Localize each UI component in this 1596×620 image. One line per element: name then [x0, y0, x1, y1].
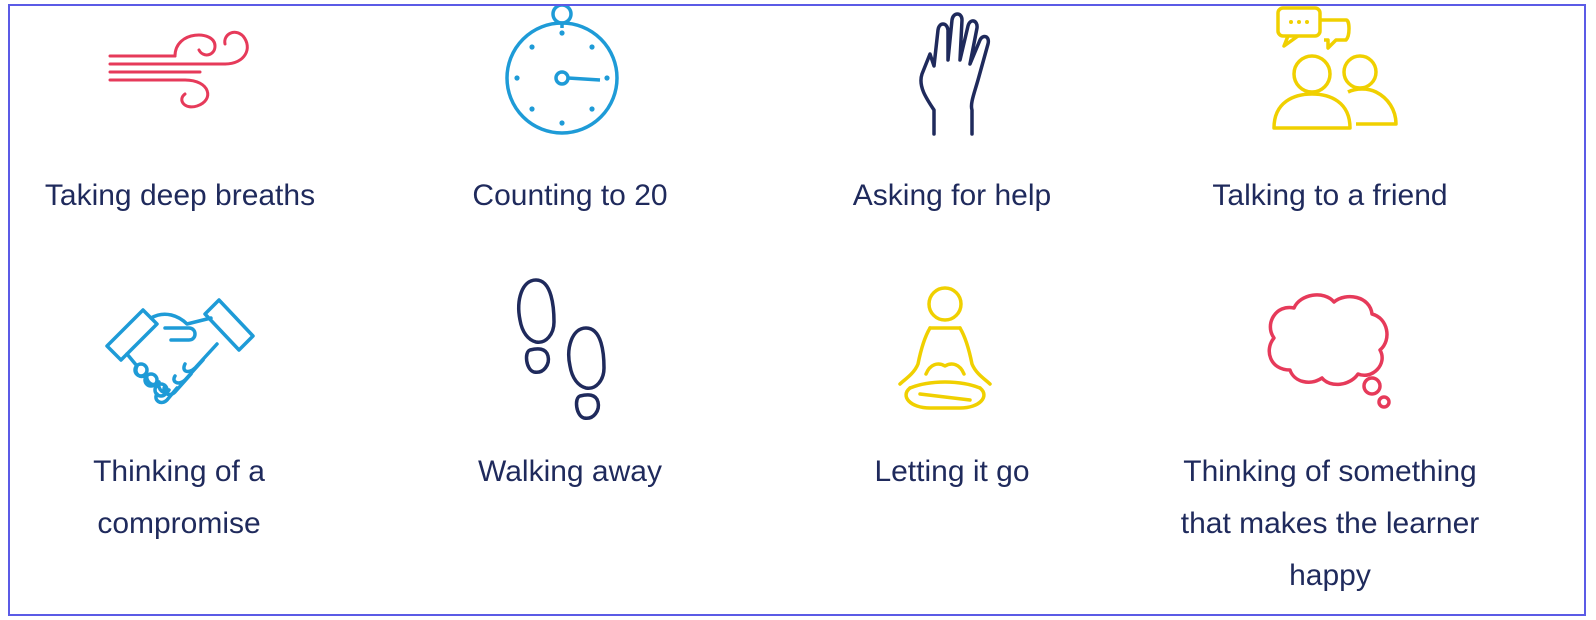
- strategy-label: Walking away: [478, 455, 662, 488]
- stopwatch-icon: [500, 6, 630, 138]
- wind-icon: [105, 20, 255, 110]
- meditation-icon: [890, 284, 1000, 414]
- handshake-icon: [105, 288, 255, 410]
- strategy-label: Counting to 20: [472, 179, 668, 212]
- footprints-icon: [514, 278, 614, 426]
- strategy-label: Asking for help: [852, 179, 1052, 212]
- strategy-label: Letting it go: [874, 455, 1030, 488]
- strategy-label: Thinking of something that makes the lea…: [1180, 455, 1480, 592]
- coping-strategies-panel: Taking deep breaths Counting to 20 Askin…: [8, 4, 1586, 616]
- thought-bubble-icon: [1260, 290, 1400, 414]
- people-talking-icon: [1264, 6, 1404, 132]
- strategy-label: Thinking of a compromise: [93, 455, 265, 540]
- strategy-label: Taking deep breaths: [44, 179, 316, 212]
- strategy-label: Talking to a friend: [1212, 179, 1448, 212]
- raised-hand-icon: [902, 10, 1002, 138]
